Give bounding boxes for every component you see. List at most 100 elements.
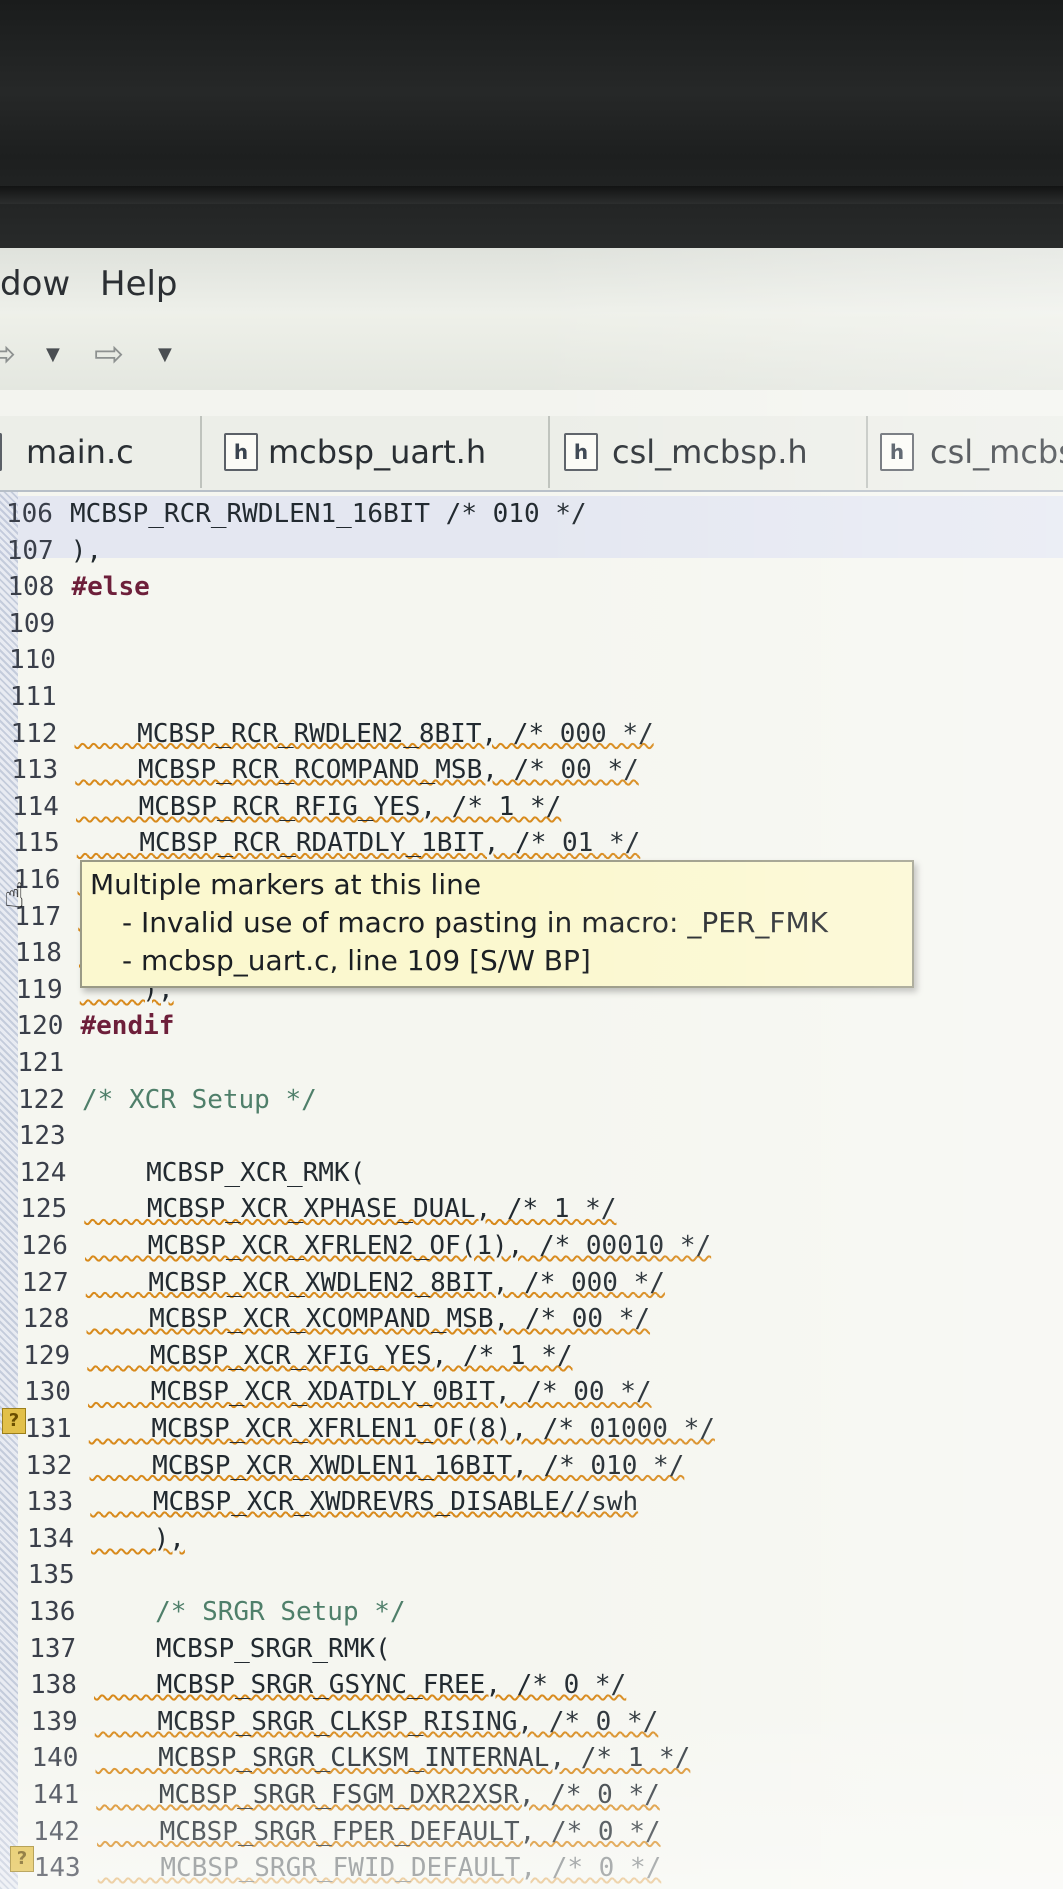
code-line[interactable]: 110 — [0, 644, 1063, 676]
code-text: MCBSP_RCR_RCOMPAND_MSB, /* 00 */ — [75, 755, 639, 786]
tooltip-title: Multiple markers at this line — [90, 868, 482, 901]
markers-tooltip: Multiple markers at this line - Invalid … — [80, 860, 914, 988]
code-line[interactable]: 132 MCBSP_XCR_XWDLEN1_16BIT, /* 010 */ — [0, 1450, 1063, 1482]
monitor-bezel — [0, 0, 1063, 262]
code-line[interactable]: 128 MCBSP_XCR_XCOMPAND_MSB, /* 00 */ — [0, 1303, 1063, 1335]
code-text: MCBSP_SRGR_GSYNC_FREE, /* 0 */ — [94, 1670, 627, 1701]
warning-marker-icon[interactable]: ? — [10, 1846, 34, 1872]
ide-window: dow Help ⇨ ▼ ⇨ ▼ main.c h mcbsp_uart.h h… — [0, 248, 1063, 1889]
code-line[interactable]: 133 MCBSP_XCR_XWDREVRS_DISABLE//swh — [0, 1486, 1063, 1518]
line-number: 138 — [30, 1670, 77, 1701]
code-line[interactable]: 108 #else — [0, 571, 1063, 603]
line-number: 125 — [20, 1194, 68, 1225]
line-number: 114 — [12, 791, 59, 822]
menu-help[interactable]: Help — [100, 264, 178, 304]
tab-main-c[interactable]: main.c — [0, 416, 202, 488]
code-line[interactable]: 107), — [0, 535, 1063, 567]
code-text: MCBSP_XCR_XCOMPAND_MSB, /* 00 */ — [86, 1304, 651, 1335]
code-text: MCBSP_XCR_XFRLEN1_OF(8), /* 01000 */ — [88, 1414, 715, 1444]
code-line[interactable]: 143 MCBSP_SRGR_FWID_DEFAULT, /* 0 */ — [0, 1852, 1063, 1884]
line-number: 133 — [26, 1487, 74, 1518]
code-line[interactable]: 121 — [0, 1047, 1063, 1079]
line-number: 119 — [15, 974, 63, 1005]
code-line[interactable]: 113 MCBSP_RCR_RCOMPAND_MSB, /* 00 */ — [0, 754, 1063, 786]
line-number: 136 — [28, 1597, 76, 1627]
back-dropdown-icon[interactable]: ▼ — [46, 344, 60, 365]
tab-mcbsp-uart-h[interactable]: h mcbsp_uart.h — [202, 416, 550, 488]
code-line[interactable]: 140 MCBSP_SRGR_CLKSM_INTERNAL, /* 1 */ — [0, 1742, 1063, 1774]
tab-label: main.c — [26, 433, 134, 471]
code-line[interactable]: 123 — [0, 1120, 1063, 1152]
code-text: MCBSP_XCR_XPHASE_DUAL, /* 1 */ — [84, 1194, 617, 1225]
code-text: #else — [71, 572, 150, 603]
code-line[interactable]: 131 MCBSP_XCR_XFRLEN1_OF(8), /* 01000 */ — [0, 1413, 1063, 1445]
line-number: 143 — [33, 1853, 81, 1884]
line-number: 140 — [31, 1743, 79, 1774]
code-text: MCBSP_SRGR_RMK( — [93, 1633, 391, 1664]
code-line[interactable]: 111 — [0, 681, 1063, 713]
code-line[interactable]: 130 MCBSP_XCR_XDATDLY_0BIT, /* 00 */ — [0, 1376, 1063, 1408]
code-line[interactable]: 115 MCBSP_RCR_RDATDLY_1BIT, /* 01 */ — [0, 827, 1063, 859]
tab-label: csl_mcbsp.h — [612, 433, 808, 471]
code-line[interactable]: 126 MCBSP_XCR_XFRLEN2_OF(1), /* 00010 */ — [0, 1230, 1063, 1262]
line-number: 135 — [27, 1560, 75, 1591]
code-text: MCBSP_XCR_XFRLEN2_OF(1), /* 00010 */ — [85, 1231, 712, 1261]
menu-window[interactable]: dow — [0, 264, 70, 304]
code-text: MCBSP_SRGR_FSGM_DXR2XSR, /* 0 */ — [96, 1780, 660, 1810]
line-number: 118 — [15, 938, 62, 969]
code-line[interactable]: 138 MCBSP_SRGR_GSYNC_FREE, /* 0 */ — [0, 1669, 1063, 1701]
code-text: MCBSP_RCR_RWDLEN2_8BIT, /* 000 */ — [74, 718, 654, 749]
code-text: MCBSP_RCR_RDATDLY_1BIT, /* 01 */ — [76, 828, 641, 859]
line-number: 139 — [30, 1706, 78, 1737]
line-number: 127 — [21, 1267, 69, 1298]
code-text: MCBSP_SRGR_CLKSP_RISING, /* 0 */ — [94, 1706, 659, 1737]
code-line[interactable]: 129 MCBSP_XCR_XFIG_YES, /* 1 */ — [0, 1340, 1063, 1372]
code-line[interactable]: 125 MCBSP_XCR_XPHASE_DUAL, /* 1 */ — [0, 1193, 1063, 1225]
editor-tab-bar: main.c h mcbsp_uart.h h csl_mcbsp.h h cs… — [0, 416, 1063, 493]
line-number: 131 — [24, 1414, 72, 1444]
h-file-icon: h — [224, 433, 258, 471]
code-line[interactable]: 136 /* SRGR Setup */ — [0, 1596, 1063, 1628]
code-line[interactable]: 106 MCBSP_RCR_RWDLEN1_16BIT /* 010 */ — [0, 498, 1063, 530]
code-line[interactable]: 124 MCBSP_XCR_RMK( — [0, 1157, 1063, 1189]
code-line[interactable]: 141 MCBSP_SRGR_FSGM_DXR2XSR, /* 0 */ — [0, 1779, 1063, 1811]
warning-marker-icon[interactable]: ? — [2, 1408, 26, 1434]
code-text: MCBSP_SRGR_FWID_DEFAULT, /* 0 */ — [97, 1853, 662, 1884]
back-arrow-icon[interactable]: ⇨ — [0, 334, 16, 375]
line-number: 108 — [7, 572, 55, 603]
line-number: 109 — [8, 608, 56, 639]
code-text: #endif — [80, 1011, 175, 1042]
code-line[interactable]: 139 MCBSP_SRGR_CLKSP_RISING, /* 0 */ — [0, 1706, 1063, 1738]
code-line[interactable]: 120 #endif — [0, 1010, 1063, 1042]
line-number: 129 — [23, 1340, 71, 1371]
forward-arrow-icon[interactable]: ⇨ — [94, 334, 124, 375]
code-line[interactable]: 127 MCBSP_XCR_XWDLEN2_8BIT, /* 000 */ — [0, 1267, 1063, 1299]
code-text: /* SRGR Setup */ — [92, 1597, 406, 1627]
code-text: ), — [70, 535, 103, 566]
c-file-icon — [0, 433, 2, 471]
line-number: 111 — [9, 682, 57, 712]
code-text: MCBSP_RCR_RWDLEN1_16BIT /* 010 */ — [70, 499, 587, 529]
code-line[interactable]: 122 /* XCR Setup */ — [0, 1084, 1063, 1116]
code-text: MCBSP_SRGR_FPER_DEFAULT, /* 0 */ — [97, 1816, 661, 1847]
code-line[interactable]: 142 MCBSP_SRGR_FPER_DEFAULT, /* 0 */ — [0, 1816, 1063, 1848]
tab-csl-mcbsp-h[interactable]: h csl_mcbsp.h — [550, 416, 868, 488]
menu-bar: dow Help — [0, 248, 1063, 315]
tab-label: csl_mcbs — [930, 433, 1063, 471]
line-number: 121 — [17, 1048, 65, 1078]
code-line[interactable]: 134 ), — [0, 1523, 1063, 1555]
code-text: MCBSP_XCR_RMK( — [83, 1157, 366, 1188]
code-text: /* XCR Setup */ — [82, 1084, 317, 1115]
tooltip-item: - Invalid use of macro pasting in macro:… — [122, 906, 829, 939]
code-line[interactable]: 114 MCBSP_RCR_RFIG_YES, /* 1 */ — [0, 791, 1063, 823]
code-line[interactable]: 137 MCBSP_SRGR_RMK( — [0, 1633, 1063, 1665]
code-line[interactable]: 135 — [0, 1559, 1063, 1591]
line-number: 106 — [6, 499, 53, 529]
code-line[interactable]: 109 — [0, 608, 1063, 640]
monitor-bezel-edge — [0, 186, 1063, 204]
tab-csl-mcbsp-truncated[interactable]: h csl_mcbs — [868, 416, 1063, 488]
code-editor[interactable]: 106 MCBSP_RCR_RWDLEN1_16BIT /* 010 */ 107)… — [0, 492, 1063, 1889]
code-line[interactable]: 112 MCBSP_RCR_RWDLEN2_8BIT, /* 000 */ — [0, 718, 1063, 750]
forward-dropdown-icon[interactable]: ▼ — [158, 344, 172, 365]
line-number: 120 — [16, 1011, 64, 1042]
